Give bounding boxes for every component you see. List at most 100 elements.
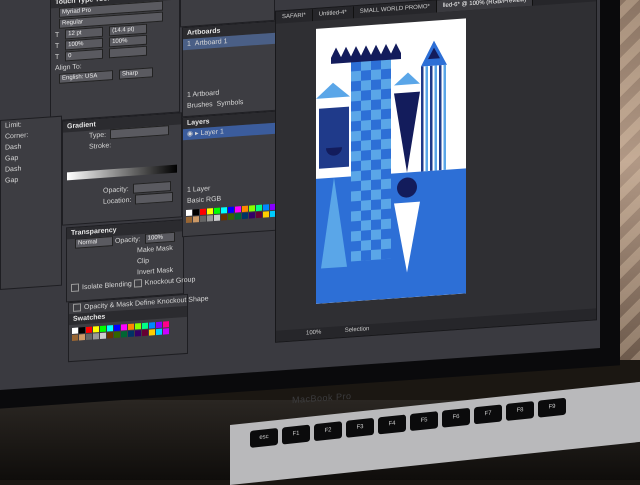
swatch-chip[interactable] [100,332,106,340]
swatch-chip[interactable] [186,209,192,216]
swatch-chip[interactable] [263,211,269,218]
stripe [425,66,428,172]
swatch-chip[interactable] [86,333,92,340]
doc-tab-1[interactable]: SAFARI* [276,9,313,24]
checker-cell [371,239,381,251]
checker-cell [351,120,361,132]
opacity-mask-checkbox[interactable] [73,303,81,313]
key-f5[interactable]: F5 [410,411,438,432]
swatch-chip[interactable] [128,323,134,331]
checker-cell [371,219,381,231]
swatch-chip[interactable] [135,323,141,330]
gradient-location-label: Location: [103,196,132,206]
stripe [439,65,442,171]
swatch-chip[interactable] [121,331,127,338]
checker-cell [381,188,391,200]
swatch-chip[interactable] [214,207,220,215]
swatch-chip[interactable] [149,322,155,329]
artboard-canvas[interactable] [316,18,466,304]
swatch-chip[interactable] [107,325,113,332]
swatch-chip[interactable] [200,215,206,223]
swatch-chip[interactable] [142,322,148,330]
key-f7[interactable]: F7 [474,404,502,425]
swatch-chip[interactable] [193,216,199,223]
key-esc[interactable]: esc [250,427,278,448]
swatch-chip[interactable] [72,334,78,341]
swatch-chip[interactable] [72,327,78,334]
swatch-chip[interactable] [207,215,213,222]
gradient-type-label: Type: [89,131,107,140]
swatch-chip[interactable] [156,328,162,336]
swatch-chip[interactable] [121,324,127,331]
swatch-chip[interactable] [107,332,113,339]
swatch-chip[interactable] [186,216,192,223]
blend-mode-select[interactable]: Normal [75,236,113,249]
zoom-level[interactable]: 100% [306,330,321,337]
swatch-chip[interactable] [263,204,269,211]
castle-artwork [316,40,466,304]
swatch-chip[interactable] [142,329,148,337]
swatch-chip[interactable] [228,213,234,221]
swatch-chip[interactable] [156,321,162,329]
swatch-chip[interactable] [114,324,120,332]
swatch-chip[interactable] [149,329,155,336]
isolate-checkbox[interactable] [71,283,79,293]
swatch-chip[interactable] [93,333,99,340]
key-f9[interactable]: F9 [538,397,566,418]
antialias-select[interactable]: Sharp [118,67,153,80]
doc-tab-2[interactable]: Untitled-4* [312,6,354,22]
swatch-chip[interactable] [249,212,255,219]
doc-tab-active[interactable]: lled-6* @ 100% (RGB/Preview) [436,0,534,13]
swatch-chip[interactable] [100,325,106,333]
swatch-chip[interactable] [221,207,227,214]
key-f1[interactable]: F1 [282,424,310,445]
transparency-panel: Transparency Normal Opacity: 100% Make Ma… [66,219,195,303]
stroke-panel: Limit: Corner: Dash Gap Dash Gap [0,115,62,290]
swatch-chip[interactable] [86,326,92,333]
swatches-panel: Opacity & Mask Define Knockout Shape Swa… [68,293,209,363]
artboard-name: Artboard 1 [194,38,228,48]
doc-tab-3[interactable]: SMALL WORLD PROMO* [353,0,437,19]
key-f2[interactable]: F2 [314,421,342,442]
swatch-chip[interactable] [221,214,227,221]
swatch-chip[interactable] [128,330,134,338]
eye-icon[interactable]: ◉ [187,130,193,137]
swatch-chip[interactable] [193,209,199,216]
swatch-chip[interactable] [256,211,262,219]
checker-cell [371,99,381,111]
kerning-field[interactable] [109,45,148,59]
swatch-chip[interactable] [135,330,141,337]
swatch-chip[interactable] [163,328,169,335]
tab-brushes[interactable]: Brushes [187,101,213,110]
key-f6[interactable]: F6 [442,407,470,428]
checker-cell [361,110,371,121]
swatch-chip[interactable] [249,205,255,212]
swatch-chip[interactable] [200,208,206,216]
swatch-chip[interactable] [207,208,213,215]
swatch-chip[interactable] [214,214,220,222]
knockout-checkbox[interactable] [133,279,142,288]
language-select[interactable]: English: USA [59,70,113,85]
tab-symbols[interactable]: Symbols [217,99,244,108]
swatch-chip[interactable] [79,334,85,341]
swatch-chip[interactable] [242,205,248,213]
gradient-location-field[interactable] [135,192,174,205]
swatch-chip[interactable] [242,212,248,220]
key-f4[interactable]: F4 [378,414,406,435]
swatch-chip[interactable] [235,206,241,213]
checker-cell [381,148,391,160]
checker-cell [381,128,391,140]
tracking-field[interactable]: 0 [65,48,104,62]
checker-cell [361,230,371,241]
swatch-chip[interactable] [79,327,85,334]
swatch-chip[interactable] [93,326,99,333]
key-f3[interactable]: F3 [346,417,374,438]
key-f8[interactable]: F8 [506,401,534,421]
swatch-chip[interactable] [114,331,120,339]
swatch-chip[interactable] [256,204,262,212]
checker-cell [361,130,371,141]
swatch-chip[interactable] [235,213,241,220]
gradient-slider[interactable] [67,164,177,181]
swatch-chip[interactable] [228,206,234,214]
swatch-chip[interactable] [163,321,169,328]
